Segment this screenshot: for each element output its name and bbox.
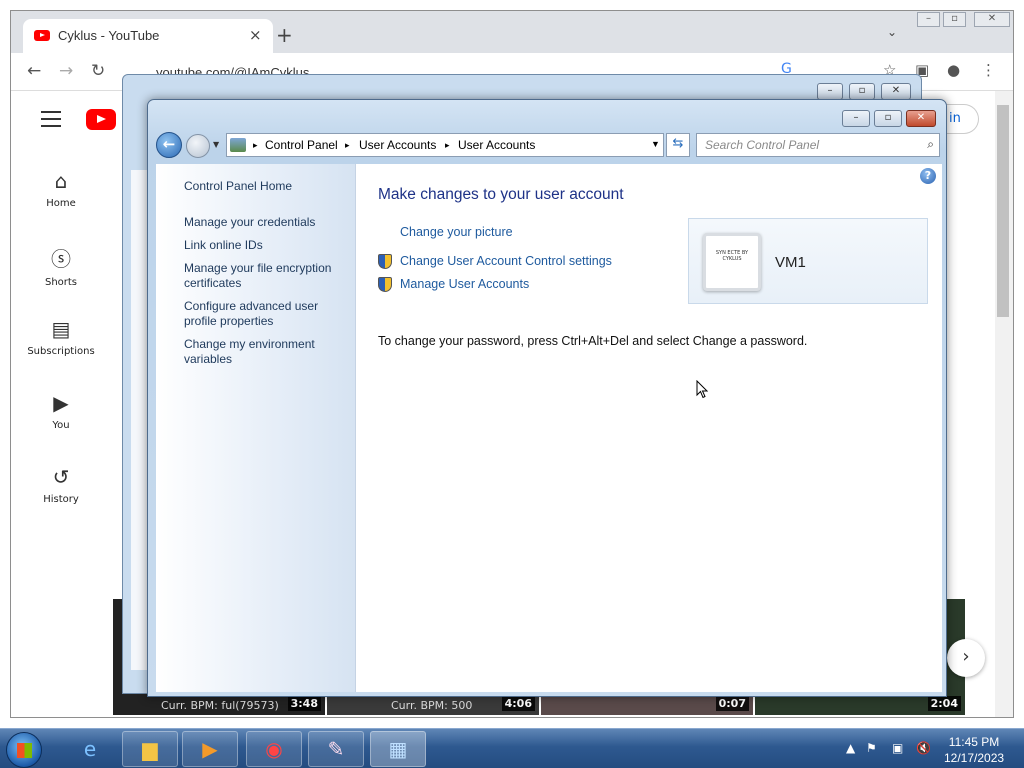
tab-close-icon[interactable]: ×: [249, 26, 262, 44]
change-picture-link[interactable]: Change your picture: [400, 225, 513, 239]
page-scrollbar[interactable]: [995, 91, 1013, 717]
uac-settings-link[interactable]: Change User Account Control settings: [400, 254, 612, 268]
new-tab-button[interactable]: +: [276, 23, 293, 47]
tab-youtube[interactable]: Cyklus - YouTube ×: [23, 19, 273, 53]
breadcrumb-user-accounts-current[interactable]: User Accounts: [458, 138, 535, 152]
history-icon: ↺: [52, 465, 70, 489]
subscriptions-icon: ▤: [51, 317, 71, 341]
youtube-favicon-icon: [34, 30, 50, 41]
menu-dots-icon[interactable]: ⋮: [981, 61, 996, 79]
breadcrumb-control-panel[interactable]: Control Panel: [265, 138, 338, 152]
video-bpm-text: Curr. BPM: ful(79573): [161, 699, 279, 712]
network-icon[interactable]: ▣: [892, 741, 903, 755]
control-panel-window: – ▫ ✕ ← ▼ ▸ Control Panel ▸ User Account…: [147, 99, 947, 697]
help-icon[interactable]: ?: [920, 168, 936, 184]
action-center-flag-icon[interactable]: ⚑: [866, 741, 877, 755]
forward-button[interactable]: [186, 134, 210, 158]
sidebar-item-label: Subscriptions: [27, 346, 95, 357]
clock[interactable]: 11:45 PM 12/17/2023: [944, 734, 1004, 766]
you-icon: ▶: [53, 391, 69, 415]
link-online-ids-link[interactable]: Link online IDs: [184, 238, 349, 253]
minimize-button[interactable]: –: [817, 83, 843, 100]
control-panel-taskbar-icon[interactable]: ▦: [370, 731, 426, 767]
sidebar-item-subscriptions[interactable]: ▤ Subscriptions: [21, 317, 101, 357]
media-player-icon[interactable]: ▶: [182, 731, 238, 767]
video-duration: 4:06: [501, 696, 535, 711]
search-placeholder: Search Control Panel: [705, 138, 820, 152]
recent-pages-chevron-icon[interactable]: ▼: [213, 140, 219, 149]
sidebar-item-label: History: [43, 494, 79, 505]
search-input[interactable]: Search Control Panel ⌕: [696, 133, 940, 157]
file-explorer-icon[interactable]: ▆: [122, 731, 178, 767]
manage-credentials-link[interactable]: Manage your credentials: [184, 215, 349, 230]
breadcrumb-separator[interactable]: ▸: [345, 140, 350, 151]
volume-muted-icon[interactable]: 🔇: [916, 741, 931, 755]
start-button[interactable]: [6, 732, 42, 768]
paint-icon[interactable]: ✎: [308, 731, 364, 767]
uac-shield-icon: [378, 254, 392, 269]
close-button[interactable]: ✕: [906, 110, 936, 127]
search-icon[interactable]: ⌕: [927, 137, 934, 152]
close-button[interactable]: ✕: [974, 12, 1010, 27]
forward-arrow-icon[interactable]: →: [59, 61, 73, 81]
sidebar-item-label: Shorts: [44, 277, 78, 288]
tab-title: Cyklus - YouTube: [58, 28, 160, 43]
breadcrumb-separator[interactable]: ▸: [253, 140, 258, 151]
scrollbar-thumb[interactable]: [997, 105, 1009, 317]
sidebar-item-home[interactable]: ⌂ Home: [21, 169, 101, 209]
sidebar-item-shorts[interactable]: ⓢ Shorts: [21, 243, 101, 288]
video-duration: 2:04: [927, 696, 961, 711]
manage-user-accounts-link[interactable]: Manage User Accounts: [400, 277, 529, 291]
restore-button[interactable]: ▫: [943, 12, 966, 27]
hamburger-menu-icon[interactable]: [41, 111, 61, 132]
show-hidden-icons-icon[interactable]: ▲: [846, 741, 855, 755]
refresh-button[interactable]: ⇆: [666, 133, 690, 157]
address-dropdown-chevron-icon[interactable]: ▼: [651, 139, 660, 149]
restore-button[interactable]: ▫: [849, 83, 875, 100]
video-bpm-text: Curr. BPM: 500: [391, 699, 473, 712]
sidebar-item-you[interactable]: ▶ You: [21, 391, 101, 431]
clock-date: 12/17/2023: [944, 751, 1005, 765]
avatar: SYN ECTE BY CYKLUS: [703, 233, 761, 291]
home-icon: ⌂: [54, 169, 68, 193]
internet-explorer-icon[interactable]: e: [62, 731, 118, 767]
minimize-button[interactable]: –: [842, 110, 870, 127]
breadcrumb-user-accounts[interactable]: User Accounts: [359, 138, 436, 152]
address-bar[interactable]: ▸ Control Panel ▸ User Accounts ▸ User A…: [226, 133, 664, 157]
back-button[interactable]: ←: [156, 132, 182, 158]
sidebar-item-label: Home: [46, 198, 76, 209]
maximize-button[interactable]: ▫: [874, 110, 902, 127]
control-panel-home-link[interactable]: Control Panel Home: [184, 179, 349, 194]
next-videos-button[interactable]: ›: [947, 639, 985, 677]
breadcrumb-separator[interactable]: ▸: [445, 140, 450, 151]
control-panel-icon: [230, 138, 246, 152]
tab-strip: Cyklus - YouTube × + ⌄ – ▫ ✕: [11, 11, 1013, 53]
reload-icon[interactable]: ↻: [91, 61, 105, 81]
close-button[interactable]: ✕: [881, 83, 911, 100]
sidebar-item-history[interactable]: ↺ History: [21, 465, 101, 505]
content-pane: ? Make changes to your user account Chan…: [356, 164, 942, 692]
password-note: To change your password, press Ctrl+Alt+…: [378, 334, 808, 348]
video-duration: 3:48: [287, 696, 321, 711]
video-duration: 0:07: [715, 696, 749, 711]
file-encryption-link[interactable]: Manage your file encryption certificates: [184, 261, 349, 291]
clock-time: 11:45 PM: [948, 735, 1000, 749]
chrome-icon[interactable]: ◉: [246, 731, 302, 767]
page-title: Make changes to your user account: [378, 186, 624, 203]
mouse-cursor-icon: [696, 380, 708, 399]
account-card: SYN ECTE BY CYKLUS VM1: [688, 218, 928, 304]
taskbar: e ▆ ▶ ◉ ✎ ▦ ▲ ⚑ ▣ 🔇 11:45 PM 12/17/2023: [0, 728, 1024, 768]
account-name: VM1: [775, 254, 806, 271]
advanced-profile-link[interactable]: Configure advanced user profile properti…: [184, 299, 349, 329]
tab-search-chevron-icon[interactable]: ⌄: [887, 25, 897, 39]
youtube-logo-icon[interactable]: [86, 109, 116, 130]
uac-shield-icon: [378, 277, 392, 292]
task-pane: Control Panel Home Manage your credentia…: [156, 164, 356, 692]
environment-variables-link[interactable]: Change my environment variables: [184, 337, 349, 367]
minimize-button[interactable]: –: [917, 12, 940, 27]
shorts-icon: ⓢ: [51, 247, 71, 271]
sidebar-item-label: You: [52, 420, 70, 431]
profile-icon[interactable]: ●: [947, 61, 960, 79]
back-arrow-icon[interactable]: ←: [27, 61, 41, 81]
